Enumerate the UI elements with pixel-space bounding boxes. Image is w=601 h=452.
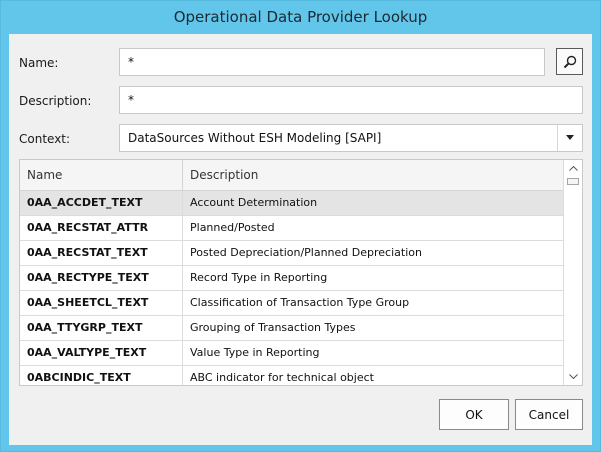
description-input[interactable]: * [119,86,583,114]
name-input[interactable]: * [119,48,545,76]
name-input-value: * [128,55,134,69]
dialog-title: Operational Data Provider Lookup [173,8,428,26]
row-description-cell: Grouping of Transaction Types [190,321,356,334]
context-dropdown-button[interactable] [557,125,582,151]
table-row[interactable]: 0AA_ACCDET_TEXT Account Determination [20,191,564,216]
table-row[interactable]: 0AA_RECTYPE_TEXT Record Type in Reportin… [20,266,564,291]
search-button[interactable] [556,48,583,75]
context-select[interactable]: DataSources Without ESH Modeling [SAPI] [119,124,583,152]
row-description-cell: ABC indicator for technical object [190,371,374,384]
table-row[interactable]: 0AA_VALTYPE_TEXT Value Type in Reporting [20,341,564,366]
table-row[interactable]: 0AA_TTYGRP_TEXT Grouping of Transaction … [20,316,564,341]
context-select-value: DataSources Without ESH Modeling [SAPI] [128,131,382,145]
search-icon [563,55,576,68]
grid-header: Name Description [20,160,564,191]
row-name-cell: 0AA_SHEETCL_TEXT [20,291,183,315]
chevron-down-icon [568,374,578,379]
column-header-description[interactable]: Description [183,160,564,190]
description-label: Description: [19,94,92,108]
table-row[interactable]: 0AA_SHEETCL_TEXT Classification of Trans… [20,291,564,316]
scroll-up-button[interactable] [564,160,582,177]
ok-button[interactable]: OK [439,399,509,430]
table-row[interactable]: 0ABCINDIC_TEXT ABC indicator for technic… [20,366,564,385]
row-description-cell: Account Determination [190,196,318,209]
row-name-cell: 0ABCINDIC_TEXT [20,366,183,385]
row-description-cell: Value Type in Reporting [190,346,320,359]
scroll-down-button[interactable] [564,368,582,385]
row-name-cell: 0AA_TTYGRP_TEXT [20,316,183,340]
row-description-cell: Record Type in Reporting [190,271,328,284]
grid-rows: 0AA_ACCDET_TEXT Account Determination 0A… [20,191,564,385]
row-name-cell: 0AA_RECSTAT_ATTR [20,216,183,240]
column-header-name[interactable]: Name [20,160,183,190]
results-grid[interactable]: Name Description 0AA_ACCDET_TEXT Account… [19,159,583,386]
chevron-up-icon [568,166,578,171]
description-input-value: * [128,93,134,107]
row-description-cell: Planned/Posted [190,221,275,234]
dialog-body: Name: * Description: * Context: DataSour… [9,34,592,445]
table-row[interactable]: 0AA_RECSTAT_ATTR Planned/Posted [20,216,564,241]
row-name-cell: 0AA_RECSTAT_TEXT [20,241,183,265]
row-name-cell: 0AA_ACCDET_TEXT [20,191,183,215]
row-description-cell: Posted Depreciation/Planned Depreciation [190,246,422,259]
grid-vertical-scrollbar[interactable] [563,160,582,385]
title-bar: Operational Data Provider Lookup [1,1,600,34]
scroll-thumb[interactable] [567,178,579,185]
name-label: Name: [19,56,59,70]
context-label: Context: [19,132,71,146]
row-description-cell: Classification of Transaction Type Group [190,296,410,309]
row-name-cell: 0AA_RECTYPE_TEXT [20,266,183,290]
chevron-down-icon [566,135,574,140]
row-name-cell: 0AA_VALTYPE_TEXT [20,341,183,365]
table-row[interactable]: 0AA_RECSTAT_TEXT Posted Depreciation/Pla… [20,241,564,266]
cancel-button[interactable]: Cancel [515,399,583,430]
lookup-dialog: Operational Data Provider Lookup Name: *… [0,0,601,452]
